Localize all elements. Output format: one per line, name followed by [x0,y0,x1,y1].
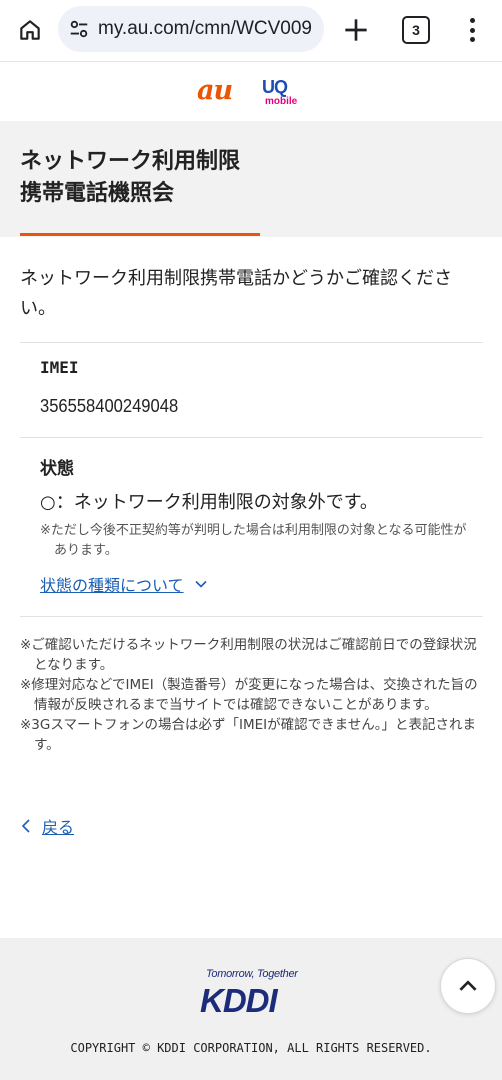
imei-label: IMEI [40,358,79,377]
divider [20,342,483,343]
plus-icon [345,19,367,41]
more-vert-icon[interactable] [460,14,484,46]
address-bar[interactable]: my.au.com/cmn/WCV009 [58,6,324,52]
status-note: ※ただし今後不正契約等が判明した場合は利用制限の対象となる可能性があります。 [40,523,467,558]
home-icon [20,20,40,40]
chevron-left-icon[interactable] [20,818,32,834]
note-item: ※3Gスマートフォンの場合は必ず「IMEIが確認できません。」と表記されます。 [20,717,476,753]
browser-toolbar: my.au.com/cmn/WCV009 3 [0,0,502,62]
divider [20,437,483,438]
status-types-link-label[interactable]: 状態の種類について [40,572,184,596]
au-logo[interactable]: au [197,75,233,106]
copyright-text: COPYRIGHT © KDDI CORPORATION, ALL RIGHTS… [70,1041,432,1055]
intro-text: ネットワーク利用制限携帯電話かどうかご確認ください。 [20,268,452,319]
divider [20,616,483,617]
note-item: ※ご確認いただけるネットワーク利用制限の状況はご確認前日での登録状況となります。 [20,637,477,673]
status-label: 状態 [40,459,74,479]
page-title-line2: 携帯電話機照会 [20,181,175,206]
uq-logo-sub: mobile [265,96,298,107]
chevron-up-icon [459,980,477,991]
status-types-link[interactable]: 状態の種類について [40,572,208,596]
site-header: au UQ mobile [0,63,502,121]
new-tab-button[interactable] [340,14,372,46]
title-underline [20,233,260,236]
menu-dot [469,27,475,33]
imei-value: 356558400249048 [40,396,179,416]
back-link-label[interactable]: 戻る [42,814,74,838]
tab-switcher-icon[interactable]: 3 [402,16,430,44]
kddi-logo[interactable]: KDDI [200,982,278,1020]
menu-dot [469,18,475,23]
note-item: ※修理対応などでIMEI（製造番号）が変更になった場合は、交換された旨の情報が反… [20,677,478,713]
scroll-to-top-button[interactable] [440,958,496,1014]
page-title-line1: ネットワーク利用制限 [20,149,241,174]
menu-dot [469,37,475,42]
notes-list: ※ご確認いただけるネットワーク利用制限の状況はご確認前日での登録状況となります。… [20,635,485,755]
page-title: ネットワーク利用制限 携帯電話機照会 [20,146,480,210]
uq-logo-main: UQ [262,77,288,97]
tune-icon[interactable] [68,18,90,40]
kddi-tagline: Tomorrow, Together [206,968,298,980]
chevron-down-icon[interactable] [194,577,208,591]
url-text[interactable]: my.au.com/cmn/WCV009 [98,18,312,40]
back-link[interactable]: 戻る [20,814,74,838]
home-button[interactable] [14,14,46,46]
status-text: ○：ネットワーク利用制限の対象外です。 [40,492,378,513]
uq-mobile-logo[interactable]: UQ mobile [262,77,302,109]
